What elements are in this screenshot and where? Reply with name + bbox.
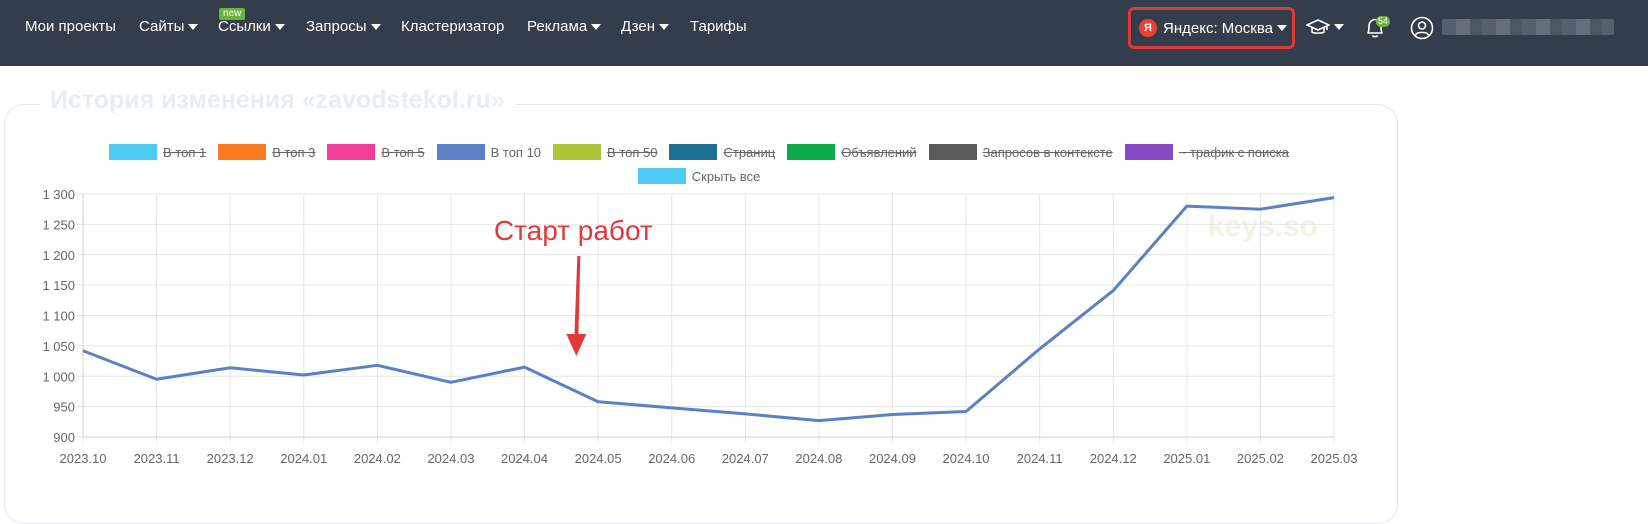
nav-ads[interactable]: Реклама: [527, 18, 602, 35]
legend-label: Страниц: [723, 144, 776, 160]
region-label: Яндекс: Москва: [1163, 19, 1273, 37]
y-tick-label: 1 300: [42, 187, 75, 202]
user-name-redacted: [1442, 19, 1614, 35]
legend-swatch: [553, 144, 602, 160]
legend-label: Запросов в контексте: [982, 144, 1113, 160]
x-tick-label: 2024.11: [1017, 451, 1063, 466]
legend-swatch: [1124, 144, 1173, 160]
panel-title: История изменения «zavodstekol.ru»: [40, 86, 515, 115]
legend-item[interactable]: Запросов в контексте: [928, 144, 1113, 160]
nav-my-projects[interactable]: Мои проекты: [25, 18, 116, 35]
legend-item[interactable]: ~ трафик с поиска: [1124, 144, 1289, 160]
x-tick-label: 2024.02: [354, 451, 401, 466]
nav-ads-label: Реклама: [527, 18, 588, 35]
nav-my-projects-label: Мои проекты: [25, 18, 117, 35]
user-avatar-icon: [1410, 16, 1434, 40]
legend-item[interactable]: В топ 3: [218, 144, 315, 160]
legend-item[interactable]: Объявлений: [787, 144, 917, 160]
user-menu[interactable]: [1410, 16, 1434, 40]
legend-item[interactable]: В топ 10: [436, 144, 542, 160]
legend-swatch: [787, 144, 836, 160]
annotation-arrow-shaft: [574, 256, 581, 338]
y-tick-label: 1 250: [42, 217, 75, 232]
chevron-down-icon: [591, 23, 602, 30]
legend-item[interactable]: В топ 50: [553, 144, 657, 160]
nav-queries[interactable]: Запросы: [306, 18, 381, 35]
chevron-down-icon: [1277, 25, 1287, 31]
legend-row: В топ 1 В топ 3 В топ 5 В топ 10 В топ 50 Стр…: [0, 140, 1398, 164]
legend-swatch: [327, 144, 376, 160]
chevron-down-icon: [274, 23, 285, 30]
nav-sites-label: Сайты: [139, 18, 185, 35]
nav-zen-label: Дзен: [621, 18, 655, 35]
legend-swatch: [436, 144, 485, 160]
y-tick-label: 1 050: [42, 339, 75, 354]
legend-item[interactable]: В топ 1: [109, 144, 206, 160]
x-tick-label: 2025.01: [1163, 451, 1210, 466]
nav-clusterizer[interactable]: Кластеризатор: [401, 18, 504, 35]
x-tick-label: 2023.11: [134, 451, 180, 466]
legend-swatch: [669, 144, 718, 160]
y-tick-label: 1 200: [42, 248, 75, 263]
annotation-label: Старт работ: [494, 215, 653, 246]
x-tick-label: 2023.12: [207, 451, 254, 466]
legend-swatch: [218, 144, 267, 160]
x-tick-label: 2024.06: [648, 451, 695, 466]
series-line: [82, 196, 1335, 423]
annotation-arrow-head: [566, 334, 587, 356]
x-tick-label: 2024.09: [869, 451, 916, 466]
legend-item[interactable]: В топ 5: [327, 144, 425, 160]
chevron-down-icon: [370, 23, 381, 30]
graduation-cap-icon: [1306, 19, 1330, 34]
legend-label: В топ 50: [607, 144, 658, 160]
nav-links[interactable]: Ссылки: [218, 18, 285, 35]
legend-label: ~ трафик с поиска: [1178, 144, 1289, 160]
x-tick-label: 2024.04: [501, 451, 548, 466]
y-tick-label: 1 100: [42, 309, 75, 324]
chevron-down-icon: [188, 23, 199, 30]
x-tick-label: 2025.02: [1237, 451, 1284, 466]
legend-label: В топ 10: [490, 144, 542, 160]
x-tick-label: 2025.03: [1311, 451, 1358, 466]
yandex-icon: Я: [1139, 19, 1157, 37]
legend-swatch: [109, 144, 157, 160]
history-line-chart: keys.so 1 300 1 250 1 200 1 150 1 100 1 050 1 0…: [42, 187, 1358, 466]
x-tick-label: 2024.12: [1090, 451, 1137, 466]
legend-label: Объявлений: [841, 144, 917, 160]
x-tick-label: 2024.10: [943, 451, 990, 466]
x-tick-label: 2023.10: [60, 451, 107, 466]
legend-label: В топ 1: [163, 144, 207, 160]
x-tick-label: 2024.08: [795, 451, 842, 466]
nav-links-label: Ссылки: [218, 18, 271, 35]
chevron-down-icon: [1334, 24, 1344, 30]
x-tick-label: 2024.07: [722, 451, 769, 466]
legend-label: В топ 5: [381, 144, 425, 160]
y-tick-label: 950: [53, 400, 75, 415]
nav-zen[interactable]: Дзен: [621, 18, 669, 35]
legend-item[interactable]: Страниц: [669, 144, 775, 160]
legend-swatch: [928, 144, 977, 160]
nav-tariffs-label: Тарифы: [690, 18, 747, 35]
nav-queries-label: Запросы: [306, 18, 367, 35]
nav-tariffs[interactable]: Тарифы: [690, 18, 747, 35]
x-tick-label: 2024.01: [280, 451, 327, 466]
watermark: keys.so: [1208, 210, 1318, 243]
y-tick-label: 1 150: [42, 278, 75, 293]
chevron-down-icon: [659, 23, 669, 30]
nav-clusterizer-label: Кластеризатор: [401, 18, 505, 35]
top-navigation-bar: Мои проекты Сайты new Ссылки Запросы Кла…: [0, 0, 1648, 66]
notifications-count-badge: 54: [1376, 16, 1391, 27]
x-tick-label: 2024.05: [575, 451, 622, 466]
y-tick-label: 900: [53, 430, 75, 445]
legend-label: В топ 3: [272, 144, 316, 160]
education-menu[interactable]: [1306, 16, 1344, 38]
y-tick-label: 1 000: [42, 369, 75, 384]
nav-sites[interactable]: Сайты: [139, 18, 199, 35]
region-selector[interactable]: Я Яндекс: Москва: [1128, 7, 1295, 49]
x-tick-label: 2024.03: [427, 451, 474, 466]
